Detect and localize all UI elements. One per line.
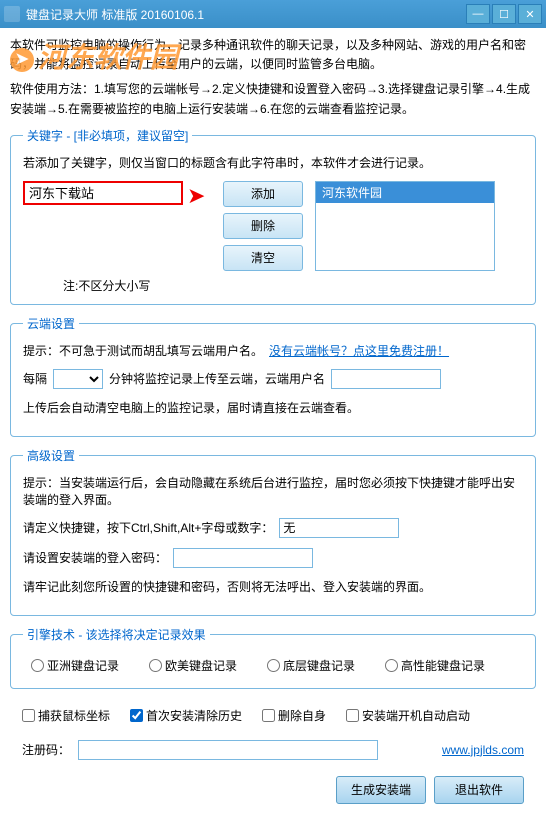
engine-radio-western[interactable]: 欧美键盘记录 (149, 657, 237, 674)
keywords-legend: 关键字 - [非必填项，建议留空] (23, 127, 192, 144)
cloud-legend: 云端设置 (23, 315, 79, 332)
list-item[interactable]: 河东软件园 (316, 182, 494, 203)
keywords-note: 注:不区分大小写 (63, 277, 523, 294)
password-input[interactable] (173, 548, 313, 568)
engine-radio-highperf[interactable]: 高性能键盘记录 (385, 657, 485, 674)
cloud-username-input[interactable] (331, 369, 441, 389)
watermark-logo: ➤河东软件园 (10, 36, 178, 76)
interval-post: 分钟将监控记录上传至云端，云端用户名 (109, 370, 325, 387)
check-clear-history[interactable]: 首次安装清除历史 (130, 707, 242, 724)
cloud-register-link[interactable]: 没有云端帐号？点这里免费注册！ (269, 342, 449, 359)
cloud-tip: 提示：不可急于测试而胡乱填写云端用户名。 (23, 342, 263, 359)
keywords-fieldset: 关键字 - [非必填项，建议留空] 若添加了关键字，则仅当窗口的标题含有此字符串… (10, 127, 536, 305)
clear-button[interactable]: 清空 (223, 245, 303, 271)
cloud-fieldset: 云端设置 提示：不可急于测试而胡乱填写云端用户名。 没有云端帐号？点这里免费注册… (10, 315, 536, 437)
reg-label: 注册码： (22, 741, 70, 758)
engine-fieldset: 引擎技术 - 该选择将决定记录效果 亚洲键盘记录 欧美键盘记录 底层键盘记录 高… (10, 626, 536, 689)
window-title: 键盘记录大师 标准版 20160106.1 (26, 6, 464, 23)
maximize-button[interactable]: ☐ (492, 4, 516, 24)
advanced-legend: 高级设置 (23, 447, 79, 464)
check-delete-self[interactable]: 删除自身 (262, 707, 326, 724)
exit-button[interactable]: 退出软件 (434, 776, 524, 804)
website-link[interactable]: www.jpjlds.com (442, 743, 524, 757)
arrow-icon: ➤ (187, 183, 205, 209)
password-label: 请设置安装端的登入密码： (23, 549, 167, 566)
add-button[interactable]: 添加 (223, 181, 303, 207)
generate-button[interactable]: 生成安装端 (336, 776, 426, 804)
check-autostart[interactable]: 安装端开机自动启动 (346, 707, 470, 724)
engine-legend: 引擎技术 - 该选择将决定记录效果 (23, 626, 210, 643)
hotkey-label: 请定义快捷键，按下Ctrl,Shift,Alt+字母或数字： (23, 519, 273, 536)
remember-note: 请牢记此刻您所设置的快捷键和密码，否则将无法呼出、登入安装端的界面。 (23, 578, 523, 595)
reg-code-input[interactable] (78, 740, 378, 760)
hotkey-input[interactable] (279, 518, 399, 538)
delete-button[interactable]: 删除 (223, 213, 303, 239)
keyword-list[interactable]: 河东软件园 (315, 181, 495, 271)
check-capture-mouse[interactable]: 捕获鼠标坐标 (22, 707, 110, 724)
app-icon (4, 6, 20, 22)
advanced-tip: 提示：当安装端运行后，会自动隐藏在系统后台进行监控，届时您必须按下快捷键才能呼出… (23, 474, 523, 508)
interval-select[interactable] (53, 369, 103, 389)
engine-radio-lowlevel[interactable]: 底层键盘记录 (267, 657, 355, 674)
interval-pre: 每隔 (23, 370, 47, 387)
close-button[interactable]: ✕ (518, 4, 542, 24)
usage-text: 软件使用方法：1.填写您的云端帐号→2.定义快捷键和设置登入密码→3.选择键盘记… (10, 80, 536, 118)
keyword-input[interactable] (23, 181, 183, 205)
keywords-desc: 若添加了关键字，则仅当窗口的标题含有此字符串时，本软件才会进行记录。 (23, 154, 523, 171)
advanced-fieldset: 高级设置 提示：当安装端运行后，会自动隐藏在系统后台进行监控，届时您必须按下快捷… (10, 447, 536, 616)
titlebar: 键盘记录大师 标准版 20160106.1 — ☐ ✕ (0, 0, 546, 28)
engine-radio-asia[interactable]: 亚洲键盘记录 (31, 657, 119, 674)
minimize-button[interactable]: — (466, 4, 490, 24)
cloud-note: 上传后会自动清空电脑上的监控记录，届时请直接在云端查看。 (23, 399, 359, 416)
